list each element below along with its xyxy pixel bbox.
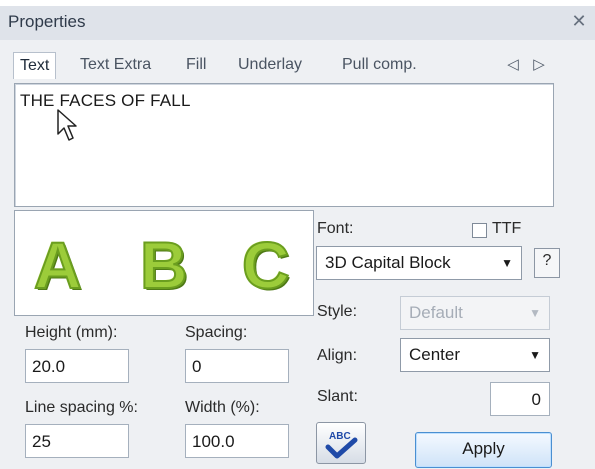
- height-input[interactable]: 20.0: [25, 349, 129, 383]
- spell-check-button[interactable]: ABC: [316, 422, 366, 464]
- chevron-down-icon: ▼: [529, 348, 541, 362]
- spacing-input[interactable]: 0: [185, 349, 289, 383]
- tab-scroll-right-icon[interactable]: ▷: [530, 52, 548, 78]
- style-label: Style:: [317, 303, 358, 320]
- spacing-label: Spacing:: [185, 324, 248, 341]
- font-select[interactable]: 3D Capital Block ▼: [316, 246, 522, 280]
- font-help-button[interactable]: ?: [534, 248, 560, 278]
- align-label: Align:: [317, 347, 358, 364]
- title-bar: [0, 6, 595, 41]
- font-select-value: 3D Capital Block: [325, 253, 451, 272]
- align-select[interactable]: Center ▼: [400, 338, 550, 372]
- ttf-label: TTF: [492, 220, 522, 237]
- text-input-value: THE FACES OF FALL: [20, 91, 191, 110]
- width-input[interactable]: 100.0: [185, 424, 289, 458]
- width-label: Width (%):: [185, 399, 260, 416]
- font-label: Font:: [317, 220, 354, 237]
- preview-letter-b: B: [139, 228, 189, 302]
- panel-title: Properties: [8, 12, 86, 31]
- chevron-down-icon: ▼: [529, 306, 541, 320]
- ttf-checkbox[interactable]: [472, 223, 487, 238]
- close-icon[interactable]: ✕: [568, 10, 590, 32]
- style-select: Default ▼: [400, 296, 550, 330]
- line-spacing-label: Line spacing %:: [25, 399, 138, 416]
- slant-label: Slant:: [317, 388, 358, 405]
- svg-text:ABC: ABC: [329, 431, 351, 442]
- tab-scroll-left-icon[interactable]: ◁: [504, 52, 522, 78]
- style-select-value: Default: [409, 303, 463, 322]
- tab-underlay[interactable]: Underlay: [232, 52, 308, 78]
- abc-check-icon: ABC: [325, 431, 358, 459]
- height-label: Height (mm):: [25, 324, 118, 341]
- align-select-value: Center: [409, 345, 461, 364]
- preview-letter-c: C: [241, 228, 291, 302]
- line-spacing-input[interactable]: 25: [25, 424, 129, 458]
- mouse-cursor-icon: [57, 109, 77, 141]
- tab-text[interactable]: Text: [13, 52, 57, 79]
- apply-button[interactable]: Apply: [415, 432, 552, 468]
- preview-letter-a: A: [33, 228, 83, 302]
- tab-fill[interactable]: Fill: [180, 52, 212, 78]
- slant-input[interactable]: 0: [490, 382, 550, 416]
- tab-text-extra[interactable]: Text Extra: [74, 52, 157, 78]
- tab-pull-comp[interactable]: Pull comp.: [336, 52, 423, 78]
- chevron-down-icon: ▼: [501, 256, 513, 270]
